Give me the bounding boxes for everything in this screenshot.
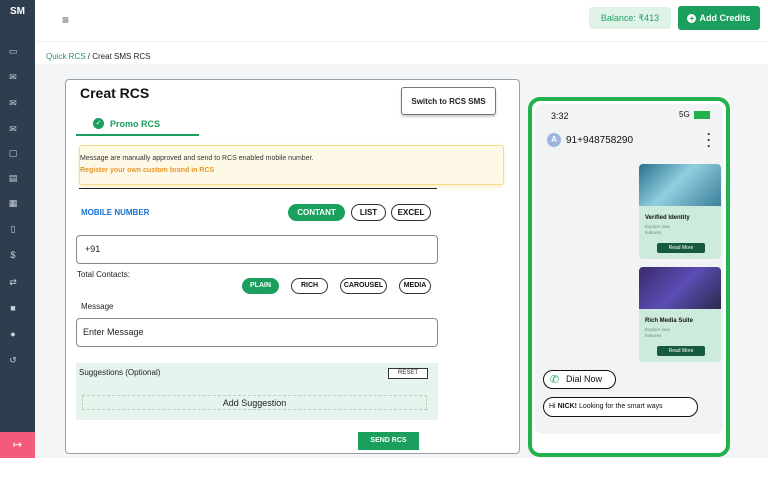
phone-preview: 3:32 5G A 91+948758290 · · · Verified Iden… [528,97,730,457]
card-title: Verified Identity [645,215,690,221]
dial-now-chip[interactable]: ✆ Dial Now [543,370,616,389]
card-image [639,267,721,309]
reset-button[interactable]: RESET [388,368,428,379]
rich-type-button[interactable]: RICH [291,278,328,294]
add-credits-label: Add Credits [699,13,751,23]
excel-source-button[interactable]: EXCEL [391,204,431,221]
card-subtitle: Explore new features [645,224,670,235]
mail-icon[interactable]: ✉ [8,72,18,82]
history-icon[interactable]: ↺ [8,355,18,365]
mail-icon[interactable]: ✉ [8,124,18,134]
breadcrumb: Quick RCS / Creat SMS RCS [46,52,150,61]
suggestions-label: Suggestions (Optional) [79,368,161,377]
card-title: Rich Media Suite [645,318,694,324]
register-brand-link[interactable]: Register your own custom brand in RCS [80,167,214,174]
list-source-button[interactable]: LIST [351,204,386,221]
carousel-type-button[interactable]: CAROUSEL [340,278,387,294]
sidebar: SM ▭ ✉ ✉ ✉ ▢ ▤ ▦ ▯ $ ⇄ ■ ● ↺ ↦ [0,0,35,458]
rich-card-verified-identity: Verified Identity Explore new features R… [639,164,721,259]
check-icon: ✓ [93,118,104,129]
brand-logo: SM [10,6,25,17]
card-image [639,164,721,206]
mobile-number-label: MOBILE NUMBER [81,208,150,217]
page-title: Creat RCS [80,85,150,101]
video-icon[interactable]: ■ [8,303,18,313]
sms-icon[interactable]: ▤ [8,173,18,183]
tab-promo-rcs[interactable]: ✓ Promo RCS [76,116,199,136]
suggestions-panel: Suggestions (Optional) RESET Add Suggest… [76,363,438,420]
phone-icon: ✆ [550,374,560,386]
plain-type-button[interactable]: PLAIN [242,278,279,294]
phone-screen: 3:32 5G A 91+948758290 · · · Verified Iden… [535,104,723,434]
top-bar: ≡ Balance: ₹413 + Add Credits [35,0,768,42]
contact-source-button[interactable]: CONTANT [288,204,345,221]
notice-text: Message are manually approved and send t… [80,155,314,162]
contact-number: 91+948758290 [566,135,634,146]
read-more-button[interactable]: Read More [657,346,705,356]
user-icon[interactable]: ● [8,329,18,339]
kebab-menu-icon[interactable]: · · · [707,128,711,152]
dial-now-label: Dial Now [566,374,603,384]
greeting-prefix: Hi [549,403,558,410]
desktop-icon[interactable]: ▭ [8,46,18,56]
send-rcs-button[interactable]: SEND RCS [358,432,419,450]
tab-label: Promo RCS [110,119,161,129]
add-suggestion-button[interactable]: Add Suggestion [82,395,427,410]
read-more-button[interactable]: Read More [657,243,705,253]
mail-icon[interactable]: ✉ [8,98,18,108]
card-subtitle: Explore new features [645,327,670,338]
message-bubble: Hi NICK! Looking for the smart ways [543,397,698,417]
network-icon: 5G [679,110,690,119]
avatar: A [547,133,561,147]
status-time: 3:32 [551,111,569,121]
greeting-name: NICK! [557,403,578,410]
breadcrumb-current: Creat SMS RCS [92,52,151,61]
notice-banner: Message are manually approved and send t… [79,145,504,185]
exchange-icon[interactable]: ⇄ [8,277,18,287]
status-icons: 5G [679,110,710,119]
rcs-form-card: Creat RCS Switch to RCS SMS ✓ Promo RCS … [65,79,520,454]
message-input[interactable]: Enter Message [76,318,438,347]
message-label: Message [81,302,114,311]
switch-to-rcs-sms-button[interactable]: Switch to RCS SMS [401,87,496,115]
greeting-rest: Looking for the smart ways [577,403,663,410]
breadcrumb-link-quick-rcs[interactable]: Quick RCS [46,52,86,61]
document-icon[interactable]: ▦ [8,198,18,208]
dollar-icon[interactable]: $ [8,250,18,260]
file-icon[interactable]: ▯ [8,224,18,234]
menu-icon[interactable]: ≡ [62,13,69,27]
add-credits-button[interactable]: + Add Credits [678,6,760,30]
media-type-button[interactable]: MEDIA [399,278,431,294]
logout-icon[interactable]: ↦ [0,432,35,458]
rich-card-rich-media-suite: Rich Media Suite Explore new features Re… [639,267,721,362]
mobile-number-input[interactable]: +91 [76,235,438,264]
chat-icon[interactable]: ▢ [8,148,18,158]
total-contacts-label: Total Contacts: [77,270,130,279]
plus-icon: + [687,14,697,23]
divider [79,188,437,189]
balance-badge: Balance: ₹413 [589,7,671,29]
battery-icon [693,110,710,119]
